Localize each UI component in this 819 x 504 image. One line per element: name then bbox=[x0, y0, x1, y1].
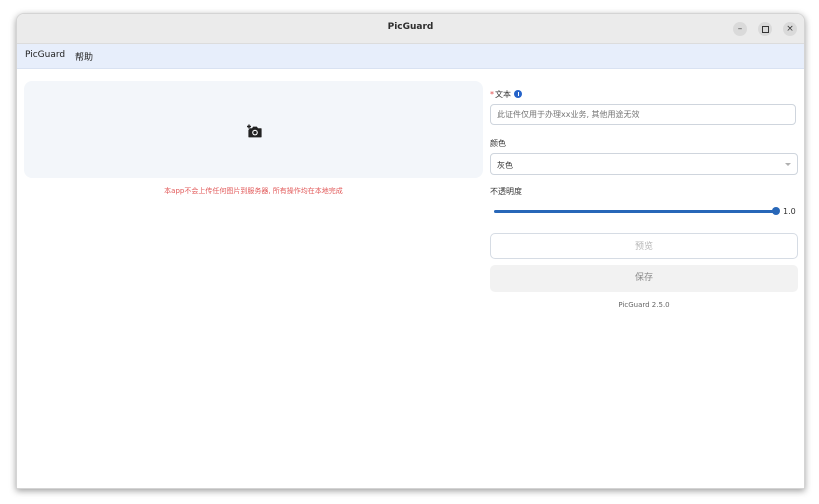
version-label: PicGuard 2.5.0 bbox=[618, 301, 670, 309]
color-select-value: 灰色 bbox=[497, 161, 513, 170]
watermark-text-input[interactable] bbox=[490, 104, 796, 125]
minimize-button[interactable]: – bbox=[733, 22, 747, 36]
save-button[interactable]: 保存 bbox=[490, 265, 798, 292]
preview-button[interactable]: 预览 bbox=[490, 233, 798, 259]
title-bar[interactable]: PicGuard – × bbox=[17, 14, 804, 44]
opacity-value: 1.0 bbox=[783, 207, 796, 216]
text-field-label: *文本 bbox=[490, 89, 522, 100]
color-label: 颜色 bbox=[490, 139, 506, 148]
close-icon: × bbox=[786, 24, 794, 34]
info-icon[interactable] bbox=[514, 90, 522, 98]
menu-item-picguard[interactable]: PicGuard bbox=[25, 50, 65, 60]
privacy-notice: 本app不会上传任何图片到服务器, 所有操作均在本地完成 bbox=[164, 187, 343, 195]
slider-handle[interactable] bbox=[772, 207, 780, 215]
maximize-button[interactable] bbox=[758, 22, 772, 36]
menu-item-help[interactable]: 帮助 bbox=[75, 50, 93, 63]
text-label: 文本 bbox=[495, 90, 511, 99]
close-button[interactable]: × bbox=[783, 22, 797, 36]
menu-bar: PicGuard 帮助 bbox=[17, 44, 804, 69]
slider-track bbox=[494, 210, 776, 213]
add-photo-icon bbox=[247, 124, 262, 138]
window-title: PicGuard bbox=[387, 22, 434, 32]
required-mark: * bbox=[490, 90, 494, 99]
opacity-slider[interactable] bbox=[494, 207, 780, 217]
opacity-label: 不透明度 bbox=[490, 187, 522, 196]
app-window: PicGuard – × PicGuard 帮助 本app不会上传任何图片到服务… bbox=[16, 13, 805, 489]
color-select[interactable]: 灰色 bbox=[490, 153, 798, 175]
maximize-icon bbox=[762, 26, 769, 33]
chevron-down-icon bbox=[785, 163, 791, 166]
minimize-icon: – bbox=[737, 24, 743, 34]
